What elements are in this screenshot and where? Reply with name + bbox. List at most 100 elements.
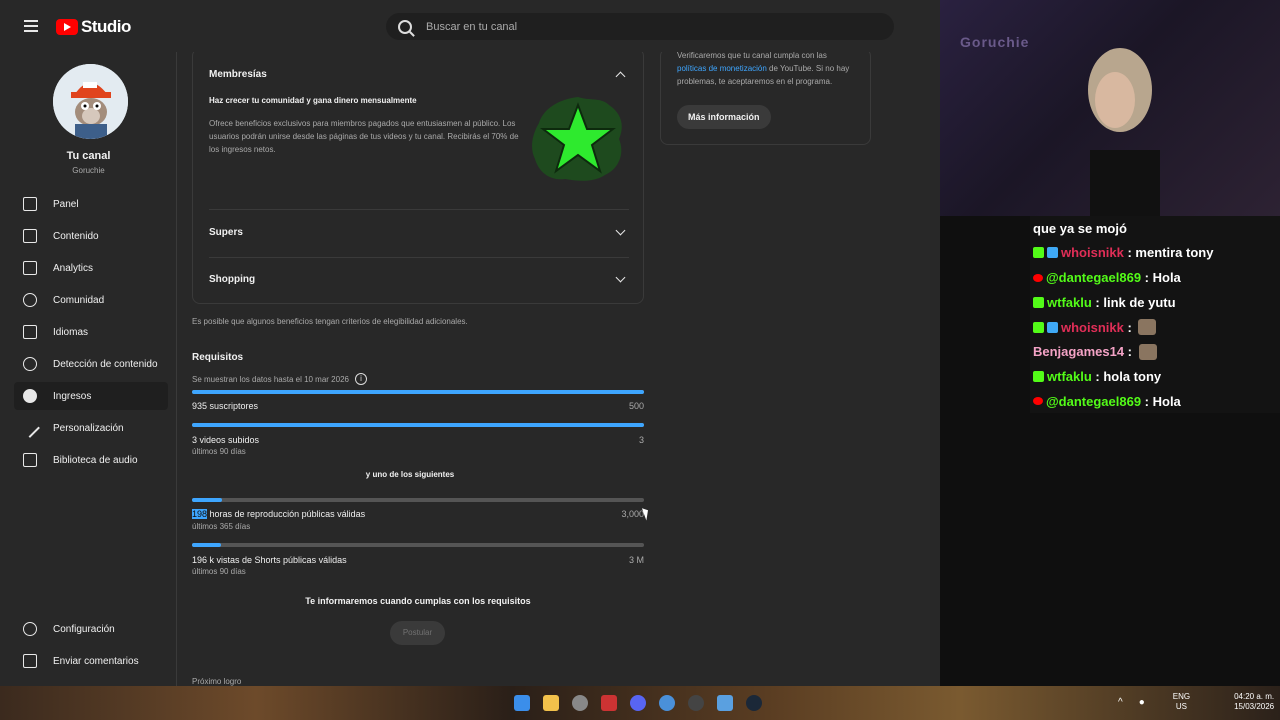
search-icon[interactable] (398, 19, 412, 34)
chat-text: que ya se mojó (1033, 220, 1127, 236)
sidebar-item-idiomas[interactable]: Idiomas (14, 318, 168, 346)
kick-badge-icon (1033, 296, 1044, 308)
sidebar-item-enviar-comentarios[interactable]: Enviar comentarios (14, 647, 168, 675)
watch-hours-progress-bar (192, 498, 644, 502)
emote-icon (1138, 319, 1157, 335)
sidebar-item-comunidad[interactable]: Comunidad (14, 286, 168, 314)
chat-text: : Hola (1141, 393, 1181, 409)
search-input[interactable]: Buscar en tu canal (426, 21, 517, 33)
prime-badge-icon (1047, 247, 1058, 259)
analytics-icon (23, 261, 37, 275)
sidebar-item-label: Ingresos (53, 390, 92, 402)
apply-button[interactable]: Postular (390, 621, 445, 645)
videos-progress-bar (192, 423, 644, 427)
sidebar-item-ingresos[interactable]: Ingresos (14, 382, 168, 410)
language-indicator[interactable]: ENG US (1173, 692, 1190, 712)
watch-hours-text: horas de reproducción públicas válidas (207, 509, 366, 519)
earn-icon (23, 389, 37, 403)
dashboard-icon (23, 197, 37, 211)
videos-period: últimos 90 días (192, 447, 246, 456)
watch-hours-label: 198 horas de reproducción públicas válid… (192, 509, 365, 519)
monetization-info-text: Verificaremos que tu canal cumpla con la… (677, 52, 857, 88)
sidebar-item-label: Detección de contenido (53, 358, 158, 370)
clock[interactable]: 04:20 a. m. 15/03/2026 (1234, 692, 1274, 712)
info-icon[interactable]: i (354, 373, 367, 385)
supers-title[interactable]: Supers (209, 227, 243, 238)
chat-username: whoisnikk (1061, 245, 1124, 261)
language-region: US (1175, 702, 1187, 711)
monetization-policies-link[interactable]: políticas de monetización (677, 64, 767, 73)
shorts-views-period: últimos 90 días (192, 567, 246, 576)
discord-icon[interactable] (630, 695, 646, 711)
shopping-title[interactable]: Shopping (209, 274, 255, 285)
kick-badge-icon (1033, 247, 1044, 259)
memberships-subtitle: Haz crecer tu comunidad y gana dinero me… (209, 96, 417, 105)
browser-icon[interactable] (659, 695, 675, 711)
chat-username: @dantegael869 (1046, 270, 1142, 286)
channel-handle: Goruchie (72, 166, 105, 175)
studio-logo[interactable]: Studio (56, 17, 131, 37)
content-icon (23, 229, 37, 243)
steam-icon[interactable] (746, 695, 762, 711)
community-icon (23, 293, 37, 307)
obs-icon[interactable] (572, 695, 588, 711)
chat-message: wtfaklu : link de yutu (1030, 290, 1280, 315)
watch-hours-period: últimos 365 días (192, 522, 251, 531)
progress-fill (192, 543, 222, 547)
system-tray: ^ ● ENG US 04:20 a. m. 15/03/2026 (1118, 692, 1274, 712)
eligibility-note: Es posible que algunos beneficios tengan… (192, 317, 468, 326)
language-code: ENG (1172, 692, 1191, 701)
chat-text: : mentira tony (1123, 245, 1214, 261)
monetization-info-card: Verificaremos que tu canal cumpla con la… (660, 52, 871, 145)
sidebar-item-label: Idiomas (53, 326, 89, 338)
sidebar-item-label: Analytics (53, 262, 94, 274)
memberships-description: Ofrece beneficios exclusivos para miembr… (209, 119, 519, 154)
chat-username: whoisnikk (1061, 319, 1124, 335)
emote-icon (1138, 343, 1157, 360)
yt-badge-icon (1033, 397, 1043, 406)
progress-fill (192, 390, 644, 394)
videos-target: 3 (638, 435, 644, 445)
avatar-image (53, 64, 128, 139)
chat-message: @dantegael869 : Hola (1030, 388, 1280, 414)
chat-message: whoisnikk : (1030, 314, 1280, 340)
file-explorer-icon[interactable] (543, 695, 559, 711)
sidebar-item-panel[interactable]: Panel (14, 190, 168, 218)
webcam-logo: Goruchie (960, 34, 1030, 50)
microphone-icon[interactable]: ● (1139, 697, 1145, 708)
youtube-logo-icon (56, 19, 78, 35)
chat-username: wtfaklu (1047, 368, 1092, 384)
sidebar-item-biblioteca-audio[interactable]: Biblioteca de audio (14, 446, 168, 474)
membership-star-illustration (532, 97, 622, 181)
chat-message: Benjagames14 : (1030, 339, 1280, 364)
clock-time: 04:20 a. m. (1234, 692, 1275, 701)
streamer-webcam-image (1088, 48, 1160, 216)
magic-wand-icon (20, 418, 40, 438)
app-icon[interactable] (601, 695, 617, 711)
sidebar-item-analytics[interactable]: Analytics (14, 254, 168, 282)
more-info-button[interactable]: Más información (677, 105, 771, 129)
sidebar-item-contenido[interactable]: Contenido (14, 222, 168, 250)
app-icon[interactable] (688, 695, 704, 711)
chevron-up-icon[interactable]: ^ (1118, 697, 1123, 708)
main-content: Membresías Haz crecer tu comunidad y gan… (177, 52, 940, 686)
memberships-title[interactable]: Membresías (209, 69, 267, 80)
chevron-up-icon[interactable] (615, 71, 626, 82)
notify-text: Te informaremos cuando cumplas con los r… (305, 596, 531, 606)
app-icon[interactable] (717, 695, 733, 711)
chat-message: wtfaklu : hola tony (1030, 364, 1280, 389)
chevron-down-icon[interactable] (615, 272, 626, 283)
channel-avatar[interactable] (53, 64, 128, 139)
chevron-down-icon[interactable] (615, 225, 626, 236)
menu-icon[interactable] (24, 20, 38, 32)
watch-hours-target: 3,000 (621, 509, 644, 519)
search-bar[interactable]: Buscar en tu canal (386, 13, 894, 40)
windows-start-icon[interactable] (514, 695, 530, 711)
sidebar-item-label: Contenido (53, 230, 99, 242)
chat-overlay: que ya se mojó whoisnikk : mentira tony @d… (1030, 216, 1280, 414)
sidebar-item-label: Enviar comentarios (53, 655, 139, 667)
sidebar-item-personalizacion[interactable]: Personalización (14, 414, 168, 442)
gear-icon (23, 622, 37, 636)
sidebar-item-deteccion[interactable]: Detección de contenido (14, 350, 168, 378)
sidebar-item-configuracion[interactable]: Configuración (14, 615, 168, 643)
